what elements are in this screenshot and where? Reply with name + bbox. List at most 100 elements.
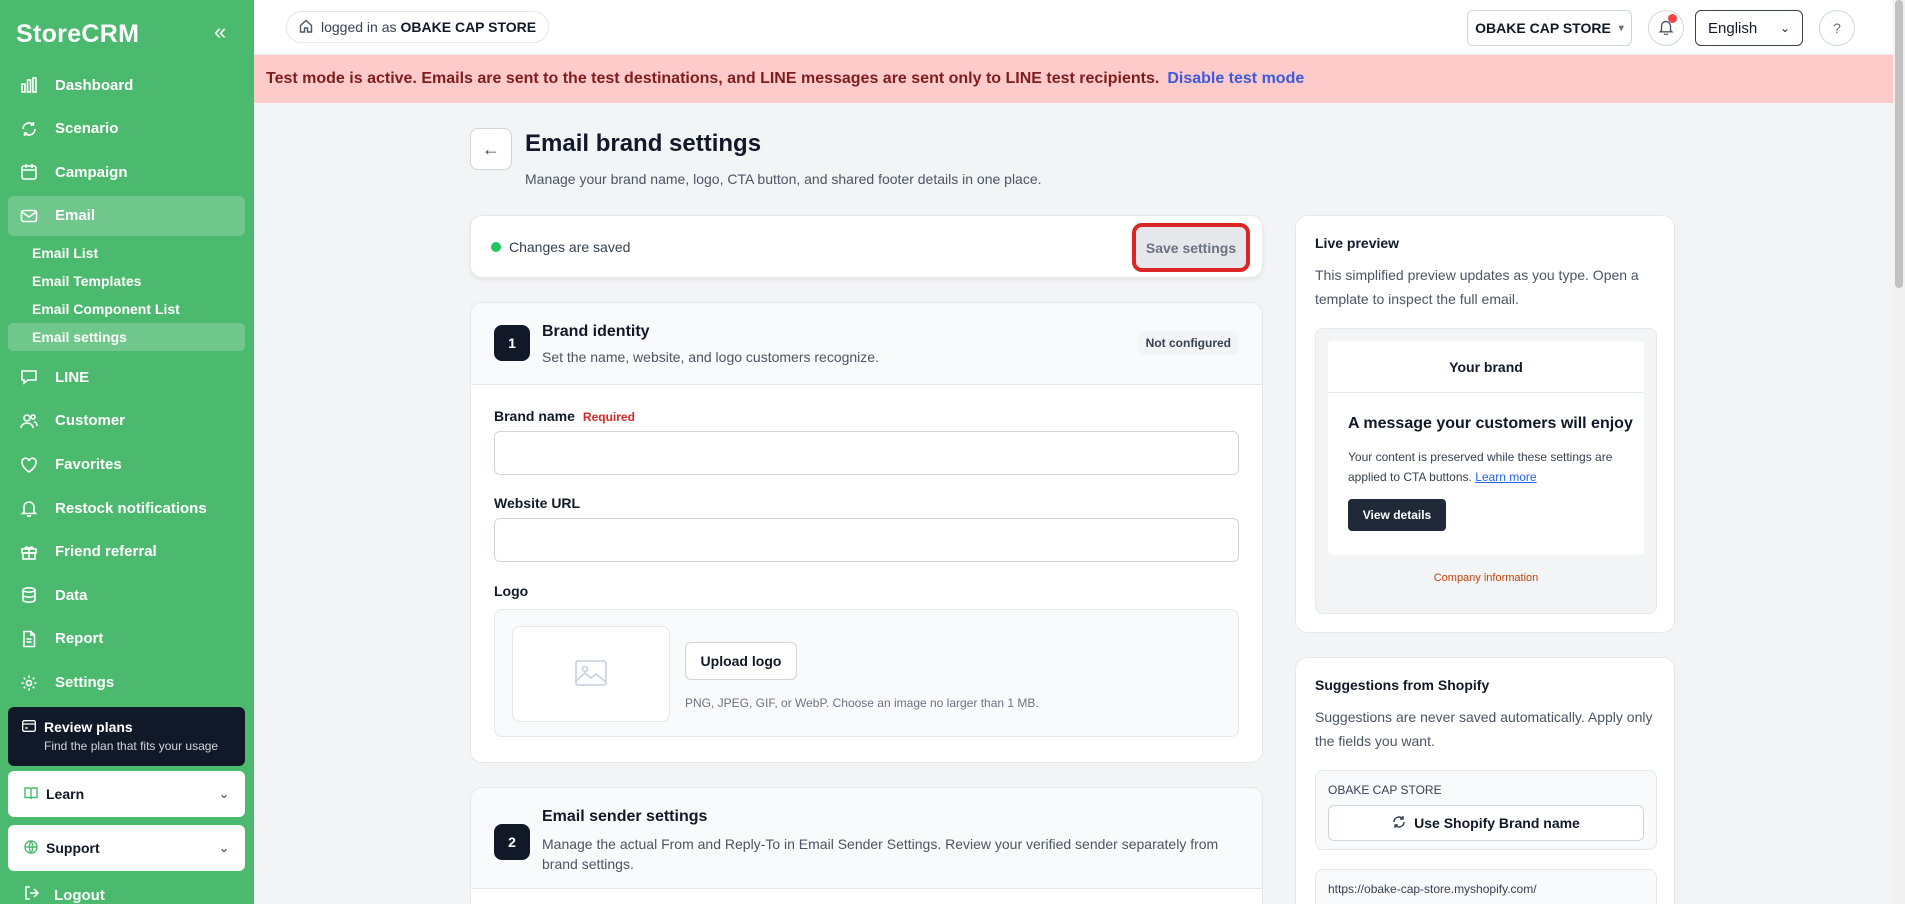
sidebar-item-label: Restock notifications [55, 499, 207, 517]
sidebar-item-email[interactable]: Email [8, 195, 245, 236]
email-sender-description: Manage the actual From and Reply-To in E… [542, 836, 1219, 872]
preview-headline: A message your customers will enjoy [1348, 415, 1633, 432]
sidebar-item-label: Email [55, 207, 96, 225]
sidebar: StoreCRM « Dashboard Scenario Campaign E… [0, 0, 254, 904]
learn-accordion[interactable]: Learn ⌄ [8, 771, 245, 817]
review-plans-subtitle: Find the plan that fits your usage [44, 739, 219, 753]
file-icon [18, 628, 40, 650]
email-sender-header: 2 Email sender settings Manage the actua… [471, 788, 1262, 889]
notification-badge [1668, 14, 1677, 23]
email-preview: Your brand A message your customers will… [1328, 341, 1644, 555]
logout-icon [24, 885, 40, 904]
upload-logo-button[interactable]: Upload logo [685, 642, 797, 680]
page-scrollbar[interactable] [1893, 0, 1905, 904]
test-mode-text: Test mode is active. Emails are sent to … [266, 70, 1160, 87]
book-icon [24, 786, 38, 803]
sidebar-item-label: LINE [55, 368, 90, 386]
step-number: 2 [494, 824, 530, 860]
logo-label: Logo [494, 583, 529, 599]
support-accordion[interactable]: Support ⌄ [8, 825, 245, 871]
sidebar-item-line[interactable]: LINE [8, 357, 245, 397]
help-button[interactable]: ? [1819, 10, 1855, 46]
sidebar-subitem-email-list[interactable]: Email List [8, 239, 245, 267]
chevron-down-icon: ⌄ [1779, 21, 1790, 35]
logout-button[interactable]: Logout [24, 885, 105, 904]
sidebar-item-dashboard[interactable]: Dashboard [8, 65, 245, 105]
page-title: Email brand settings [525, 130, 762, 157]
review-plans-title: Review plans [44, 719, 133, 735]
logo-placeholder [512, 626, 670, 722]
website-url-input[interactable] [494, 518, 1239, 562]
saved-status-dot [491, 241, 501, 252]
status-badge: Not configured [1137, 331, 1239, 355]
save-bar: Changes are saved Save settings [470, 215, 1263, 278]
page-subtitle: Manage your brand name, logo, CTA button… [525, 171, 1042, 187]
sidebar-item-settings[interactable]: Settings [8, 663, 245, 703]
credit-card-icon [22, 719, 36, 735]
required-tag: Required [582, 410, 635, 424]
sidebar-item-restock-notifications[interactable]: Restock notifications [8, 488, 245, 528]
review-plans-card[interactable]: Review plans Find the plan that fits you… [8, 707, 245, 766]
store-selector-value: OBAKE CAP STORE [1475, 20, 1611, 36]
brand-identity-card: 1 Brand identity Set the name, website, … [470, 302, 1263, 763]
brand-identity-title: Brand identity [542, 323, 650, 340]
mail-icon [18, 205, 40, 227]
sidebar-item-label: Dashboard [55, 76, 134, 94]
save-settings-button[interactable]: Save settings [1132, 223, 1250, 272]
upload-hint: PNG, JPEG, GIF, or WebP. Choose an image… [685, 696, 1039, 710]
store-selector[interactable]: OBAKE CAP STORE ▾ [1467, 10, 1632, 46]
logo-upload-area: Upload logo PNG, JPEG, GIF, or WebP. Cho… [494, 609, 1239, 737]
refresh-icon [1392, 815, 1406, 832]
brand-name-label-text: Brand name [494, 408, 575, 424]
learn-label: Learn [46, 786, 85, 802]
question-icon: ? [1833, 20, 1841, 36]
image-icon [575, 659, 607, 689]
shopify-suggestions-card: Suggestions from Shopify Suggestions are… [1295, 657, 1675, 904]
logged-in-store: OBAKE CAP STORE [400, 19, 537, 35]
sidebar-item-campaign[interactable]: Campaign [8, 152, 245, 192]
suggested-url: https://obake-cap-store.myshopify.com/ [1328, 882, 1537, 896]
brand-name-input[interactable] [494, 431, 1239, 475]
sidebar-item-label: Data [55, 586, 88, 604]
sidebar-item-scenario[interactable]: Scenario [8, 109, 245, 149]
support-label: Support [46, 840, 100, 856]
sidebar-item-label: Favorites [55, 456, 122, 474]
sidebar-item-label: Report [55, 630, 104, 648]
live-preview-title: Live preview [1315, 235, 1400, 251]
learn-more-link[interactable]: Learn more [1475, 470, 1536, 484]
disable-test-mode-link[interactable]: Disable test mode [1167, 70, 1304, 88]
sidebar-item-label: Scenario [55, 120, 119, 138]
sidebar-item-label: Settings [55, 674, 115, 692]
preview-cta-button[interactable]: View details [1348, 499, 1446, 531]
email-sender-card: 2 Email sender settings Manage the actua… [470, 787, 1263, 904]
collapse-sidebar-icon[interactable]: « [214, 21, 226, 43]
sidebar-item-customer[interactable]: Customer [8, 401, 245, 441]
sidebar-nav: Dashboard Scenario Campaign Email Email … [8, 65, 245, 706]
use-shopify-brand-name-button[interactable]: Use Shopify Brand name [1328, 805, 1644, 841]
database-icon [18, 584, 40, 606]
brand-identity-description: Set the name, website, and logo customer… [542, 349, 879, 365]
sidebar-subitem-email-templates[interactable]: Email Templates [8, 267, 245, 295]
logout-label: Logout [54, 886, 105, 904]
sidebar-item-friend-referral[interactable]: Friend referral [8, 532, 245, 572]
gear-icon [18, 672, 40, 694]
sidebar-item-report[interactable]: Report [8, 619, 245, 659]
use-shopify-brand-name-label: Use Shopify Brand name [1414, 815, 1580, 831]
suggestions-description: Suggestions are never saved automaticall… [1315, 709, 1653, 749]
notifications-button[interactable] [1648, 10, 1684, 46]
email-subnav: Email List Email Templates Email Compone… [8, 239, 245, 352]
brand-name-label: Brand name Required [494, 408, 635, 424]
sidebar-subitem-email-component-list[interactable]: Email Component List [8, 295, 245, 323]
email-preview-frame: Your brand A message your customers will… [1315, 328, 1657, 614]
suggested-store-name: OBAKE CAP STORE [1328, 783, 1442, 797]
sidebar-item-label: Friend referral [55, 543, 157, 561]
globe-icon [24, 839, 38, 857]
sidebar-item-data[interactable]: Data [8, 575, 245, 615]
sidebar-item-favorites[interactable]: Favorites [8, 445, 245, 485]
users-icon [18, 410, 40, 432]
saved-status-text: Changes are saved [509, 238, 631, 255]
back-button[interactable]: ← [470, 128, 512, 170]
scrollbar-thumb[interactable] [1895, 0, 1903, 288]
language-selector[interactable]: English ⌄ [1695, 10, 1803, 46]
sidebar-subitem-email-settings[interactable]: Email settings [8, 323, 245, 352]
